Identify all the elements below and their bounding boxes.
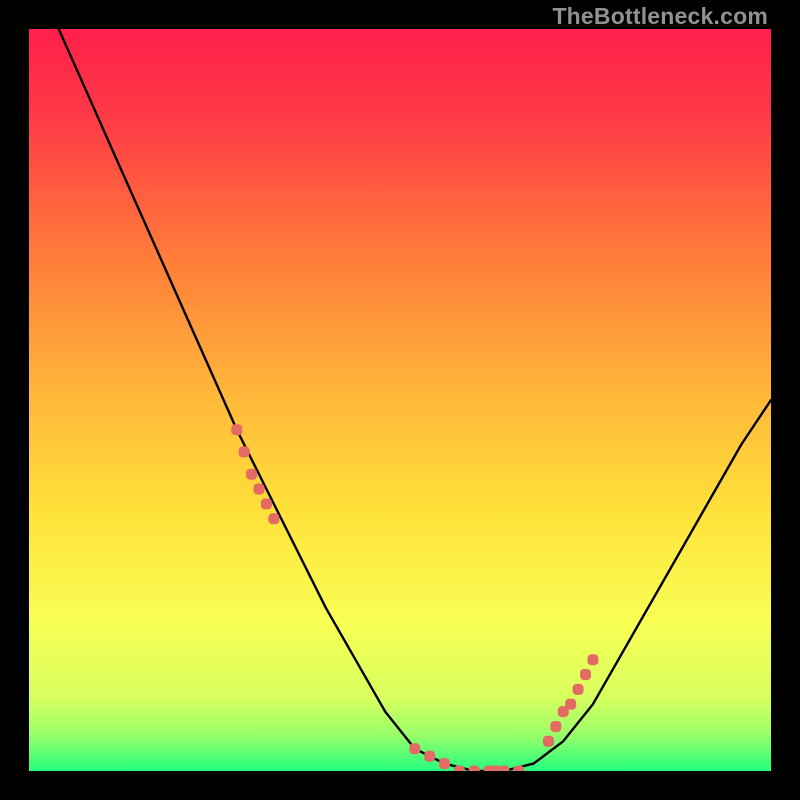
bottleneck-curve [29, 29, 771, 771]
plot-area [29, 29, 771, 771]
chart-frame: TheBottleneck.com [0, 0, 800, 800]
watermark-text: TheBottleneck.com [552, 3, 768, 30]
